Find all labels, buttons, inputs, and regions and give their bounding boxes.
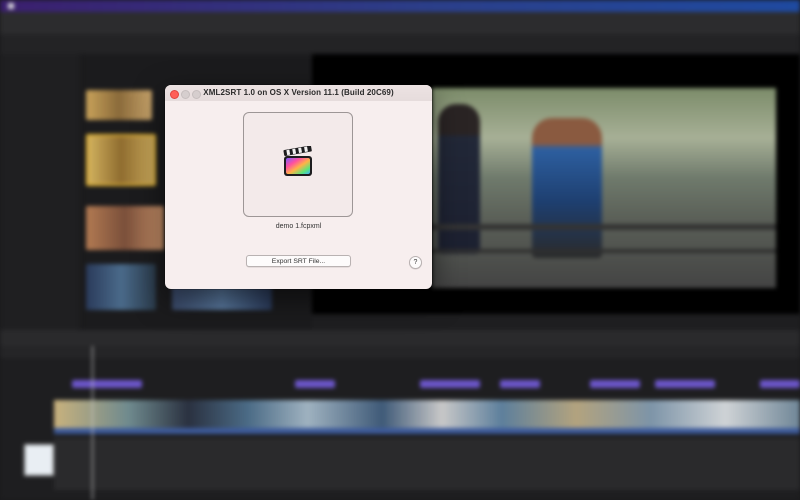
window-title: XML2SRT 1.0 on OS X Version 11.1 (Build … <box>203 88 394 97</box>
viewer-controls <box>312 314 800 330</box>
video-frame <box>432 88 776 288</box>
audio-track <box>54 438 800 490</box>
timeline-marker <box>655 380 715 388</box>
xml2srt-dialog: XML2SRT 1.0 on OS X Version 11.1 (Build … <box>165 85 432 289</box>
timeline-marker <box>72 380 142 388</box>
export-srt-button[interactable]: Export SRT File... <box>246 255 351 267</box>
menu-bar <box>0 0 800 12</box>
timeline-marker <box>590 380 640 388</box>
video-clips-track <box>54 400 800 428</box>
video-person-right <box>532 118 602 258</box>
file-drop-well[interactable] <box>243 112 353 217</box>
clips-strip <box>54 428 800 434</box>
help-button[interactable]: ? <box>409 256 422 269</box>
timeline-ruler <box>0 346 800 358</box>
app-toolbar <box>0 12 800 34</box>
clip-thumbnail <box>86 90 152 120</box>
video-railing-lower <box>432 249 776 253</box>
side-thumbnail <box>24 444 54 476</box>
title-bar: XML2SRT 1.0 on OS X Version 11.1 (Build … <box>165 85 432 101</box>
timeline-marker <box>500 380 540 388</box>
clip-thumbnail <box>86 206 164 250</box>
apple-menu-icon <box>8 3 14 9</box>
browser-header <box>0 34 800 54</box>
video-railing <box>432 224 776 230</box>
selected-file-name: demo 1.fcpxml <box>275 223 322 230</box>
playhead <box>92 346 93 500</box>
clip-thumbnail <box>86 264 156 310</box>
library-sidebar <box>0 54 80 330</box>
final-cut-pro-clapperboard-icon <box>283 146 312 176</box>
timeline-toolbar <box>0 330 800 346</box>
video-person-left <box>438 104 480 254</box>
clip-thumbnail <box>86 134 156 186</box>
timeline-marker <box>295 380 335 388</box>
timeline-marker <box>420 380 480 388</box>
timeline-marker <box>760 380 800 388</box>
